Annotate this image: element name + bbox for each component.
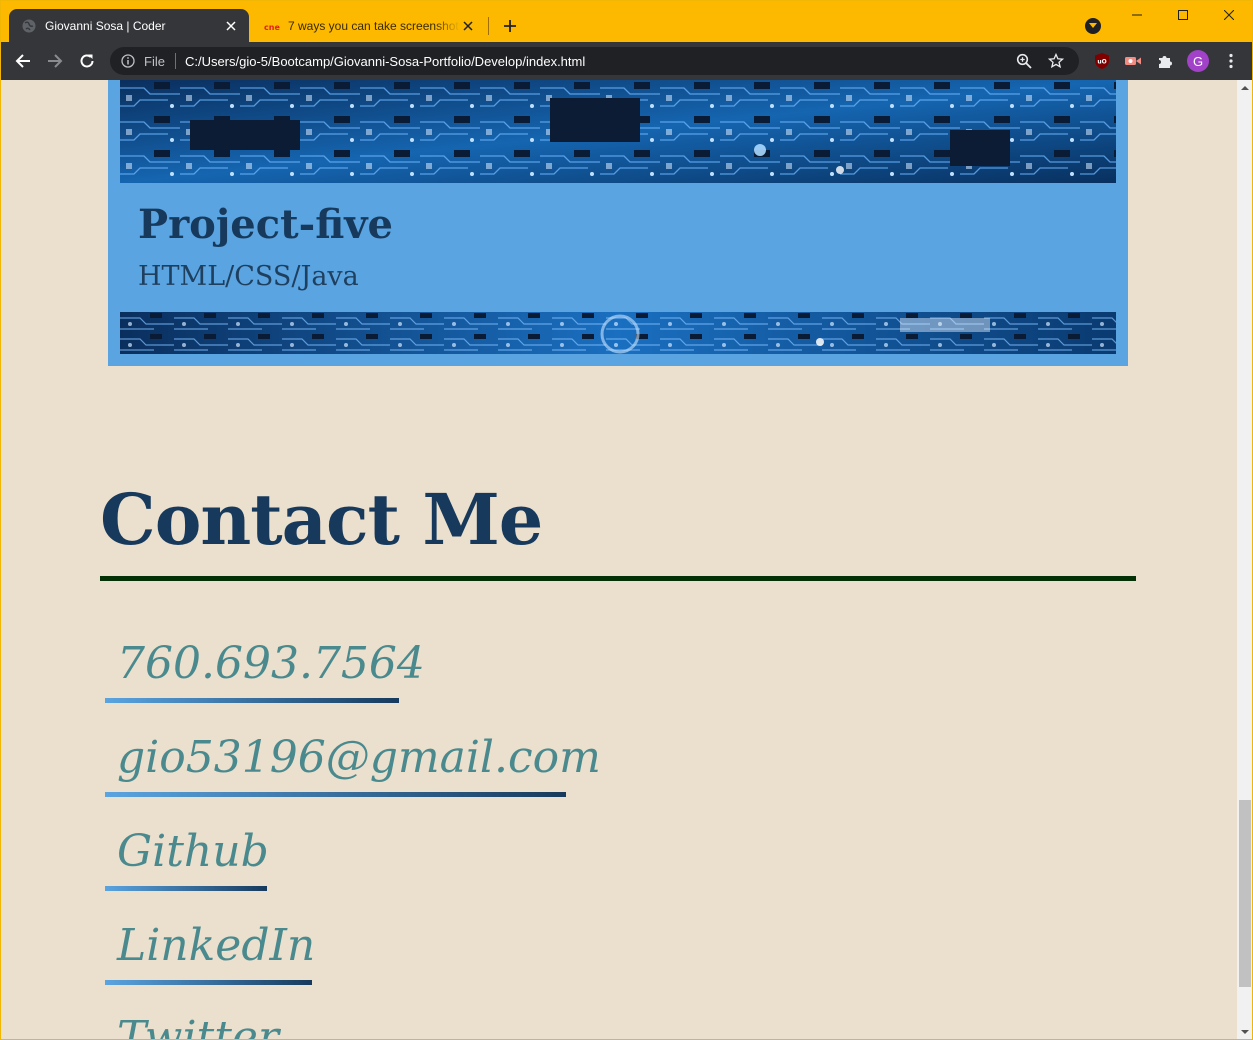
menu-button[interactable] [1220,50,1242,72]
url-text[interactable]: C:/Users/gio-5/Bootcamp/Giovanni-Sosa-Po… [185,54,1015,69]
puzzle-icon[interactable] [1156,52,1174,70]
ublock-icon[interactable]: uO [1093,52,1111,70]
project-card[interactable]: Project-five HTML/CSS/Java [108,80,1128,366]
scroll-down-arrow[interactable] [1237,1024,1253,1040]
zoom-icon[interactable] [1015,52,1033,70]
tab-title: Giovanni Sosa | Coder [45,18,166,33]
linkedin-link[interactable]: LinkedIn [105,920,315,985]
svg-text:cnet: cnet [264,23,280,32]
close-window-button[interactable] [1206,4,1252,26]
chevron-down-icon [1241,1030,1249,1034]
tab-title: 7 ways you can take screenshots on Windo… [288,18,460,33]
cnet-logo-icon: cnet [264,18,280,34]
scroll-up-arrow[interactable] [1237,80,1253,96]
bookmark-star-icon[interactable] [1047,52,1065,70]
link-underline [105,886,267,891]
contact-heading: Contact Me [100,478,543,561]
tab-search-button[interactable] [1085,18,1101,34]
tab-separator [488,17,489,35]
back-button[interactable] [12,50,34,72]
reload-button[interactable] [76,50,98,72]
email-link[interactable]: gio53196@gmail.com [105,732,601,797]
project-tech-stack: HTML/CSS/Java [138,261,359,292]
forward-button[interactable] [44,50,66,72]
github-link[interactable]: Github [105,826,269,891]
profile-avatar[interactable]: G [1187,50,1209,72]
circuit-board-image [120,312,1116,354]
circuit-board-image [120,80,1116,183]
url-scheme: File [144,53,165,69]
scroll-thumb[interactable] [1239,800,1251,987]
screencast-icon[interactable] [1124,52,1142,70]
browser-toolbar: File C:/Users/gio-5/Bootcamp/Giovanni-So… [0,42,1253,80]
email-link-label: gio53196@gmail.com [117,732,601,783]
twitter-link-label: Twitter [117,1012,279,1040]
link-underline [105,698,399,703]
maximize-button[interactable] [1160,4,1206,26]
chevron-up-icon [1241,86,1249,90]
github-link-label: Github [117,826,269,877]
address-bar[interactable]: File C:/Users/gio-5/Bootcamp/Giovanni-So… [110,47,1079,75]
kebab-menu-icon [1229,53,1233,69]
maximize-icon [1178,10,1188,20]
twitter-link[interactable]: Twitter [105,1012,279,1040]
minimize-button[interactable] [1114,4,1160,26]
info-icon[interactable] [120,53,136,69]
browser-titlebar: Giovanni Sosa | Coder cnet 7 ways you ca… [0,0,1253,42]
chevron-down-icon [1089,23,1097,28]
tab-giovanni-sosa[interactable]: Giovanni Sosa | Coder [9,9,249,42]
section-divider [100,576,1136,581]
project-title: Project-five [138,201,393,248]
new-tab-button[interactable] [500,16,520,36]
url-divider [174,53,176,69]
linkedin-link-label: LinkedIn [117,920,316,971]
link-underline [105,980,312,985]
reload-icon [80,54,94,68]
minimize-icon [1132,14,1142,16]
close-icon [1224,10,1234,20]
close-tab-icon[interactable] [223,18,239,34]
vertical-scrollbar[interactable] [1237,80,1253,1040]
arrow-left-icon [15,54,30,68]
globe-icon [21,18,37,34]
plus-icon [504,20,516,32]
phone-link[interactable]: 760.693.7564 [105,638,425,703]
close-tab-icon[interactable] [460,18,476,34]
tab-screenshots-article[interactable]: cnet 7 ways you can take screenshots on … [252,9,486,42]
link-underline [105,792,566,797]
svg-text:uO: uO [1097,59,1106,66]
phone-link-label: 760.693.7564 [117,638,425,689]
arrow-right-icon [48,54,63,68]
page-viewport: Project-five HTML/CSS/Java Contact Me 76… [0,80,1237,1040]
